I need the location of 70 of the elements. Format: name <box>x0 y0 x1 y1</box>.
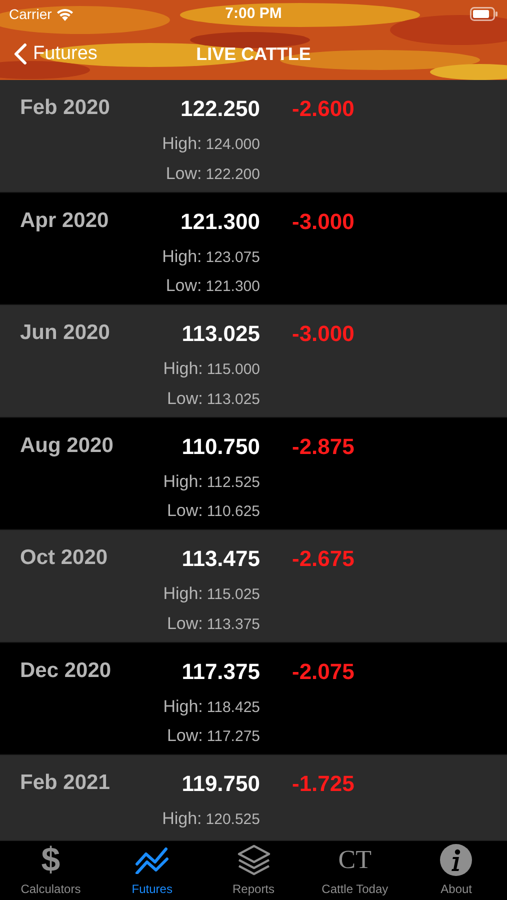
low-label: Low: <box>166 725 203 747</box>
high-value: 115.000 <box>206 360 260 380</box>
contract-month: Dec 2020 <box>20 658 112 684</box>
high-label: High: <box>163 583 203 605</box>
chevron-left-icon <box>14 43 27 65</box>
contract-month: Oct 2020 <box>20 545 109 571</box>
futures-row[interactable]: Dec 2020 117.375 High: 118.425 Low: 117.275 -2.075 <box>0 642 507 755</box>
monogram-icon: CT <box>338 843 372 877</box>
price-value: 113.475 <box>182 545 260 573</box>
price-value: 121.300 <box>180 208 260 236</box>
price-value: 110.750 <box>182 432 260 460</box>
high-value: 123.075 <box>206 248 260 268</box>
layers-icon <box>236 844 271 876</box>
high-label: High: <box>163 696 203 718</box>
low-value: 110.625 <box>206 502 260 522</box>
high-value: 118.425 <box>206 698 260 718</box>
high-label: High: <box>163 358 203 380</box>
carrier-label: Carrier <box>9 4 52 24</box>
futures-row[interactable]: Oct 2020 113.475 High: 115.025 Low: 113.375 -2.675 <box>0 530 507 642</box>
contract-month: Jun 2020 <box>20 320 111 346</box>
high-value: 115.025 <box>206 585 260 605</box>
price-value: 113.025 <box>182 320 260 348</box>
clock-time: 7:00 PM <box>225 4 282 24</box>
low-label: Low: <box>166 500 203 522</box>
price-change: -2.675 <box>292 545 354 573</box>
low-label: Low: <box>166 388 203 410</box>
futures-row[interactable]: Feb 2020 122.250 High: 124.000 Low: 122.200 -2.600 <box>0 80 507 192</box>
price-change: -2.875 <box>292 432 354 460</box>
futures-row[interactable]: Aug 2020 110.750 High: 112.525 Low: 110.625 -2.875 <box>0 418 507 530</box>
battery-icon <box>470 7 498 21</box>
high-label: High: <box>162 133 202 155</box>
low-value: 117.275 <box>206 727 260 747</box>
price-value: 117.375 <box>182 658 260 686</box>
tab-bar-item[interactable]: Futures <box>101 841 203 900</box>
low-label: Low: <box>166 162 202 184</box>
futures-row[interactable]: Jun 2020 113.025 High: 115.000 Low: 113.025 -3.000 <box>0 305 507 418</box>
price-change: -3.000 <box>292 208 354 236</box>
info-icon <box>439 843 474 877</box>
price-value: 119.750 <box>182 770 260 798</box>
screen-title: LIVE CATTLE <box>196 42 311 66</box>
tab-bar-item[interactable]: CT Cattle Today <box>304 841 406 900</box>
high-value: 120.525 <box>206 810 260 830</box>
wifi-icon <box>56 8 74 20</box>
low-value: 113.025 <box>206 390 260 410</box>
dollar-icon: $ <box>41 843 60 877</box>
futures-row[interactable]: Apr 2020 121.300 High: 123.075 Low: 121.300 -3.000 <box>0 192 507 305</box>
tab-bar-item[interactable]: $ Calculators <box>0 841 102 900</box>
tab-bar-item[interactable]: Reports <box>202 841 304 900</box>
contract-month: Apr 2020 <box>20 208 110 234</box>
price-change: -3.000 <box>292 320 354 348</box>
price-change: -2.600 <box>292 95 354 123</box>
price-change: -2.075 <box>292 658 354 686</box>
price-value: 122.250 <box>180 95 260 123</box>
line-chart-icon <box>135 846 170 874</box>
price-change: -1.725 <box>292 770 354 798</box>
contract-month: Feb 2020 <box>20 95 111 121</box>
low-value: 113.375 <box>206 614 260 634</box>
tab-bar-item[interactable]: About <box>406 841 507 900</box>
high-label: High: <box>162 246 202 268</box>
low-label: Low: <box>166 612 203 634</box>
high-label: High: <box>162 808 202 830</box>
low-label: Low: <box>166 275 202 297</box>
contract-month: Aug 2020 <box>20 432 114 458</box>
high-value: 112.525 <box>206 472 260 492</box>
low-value: 122.200 <box>206 164 260 184</box>
low-value: 121.300 <box>206 277 260 297</box>
futures-row[interactable]: Feb 2021 119.750 High: 120.525 -1.725 <box>0 755 507 840</box>
contract-month: Feb 2021 <box>20 770 111 796</box>
high-label: High: <box>163 470 203 492</box>
high-value: 124.000 <box>206 135 260 155</box>
